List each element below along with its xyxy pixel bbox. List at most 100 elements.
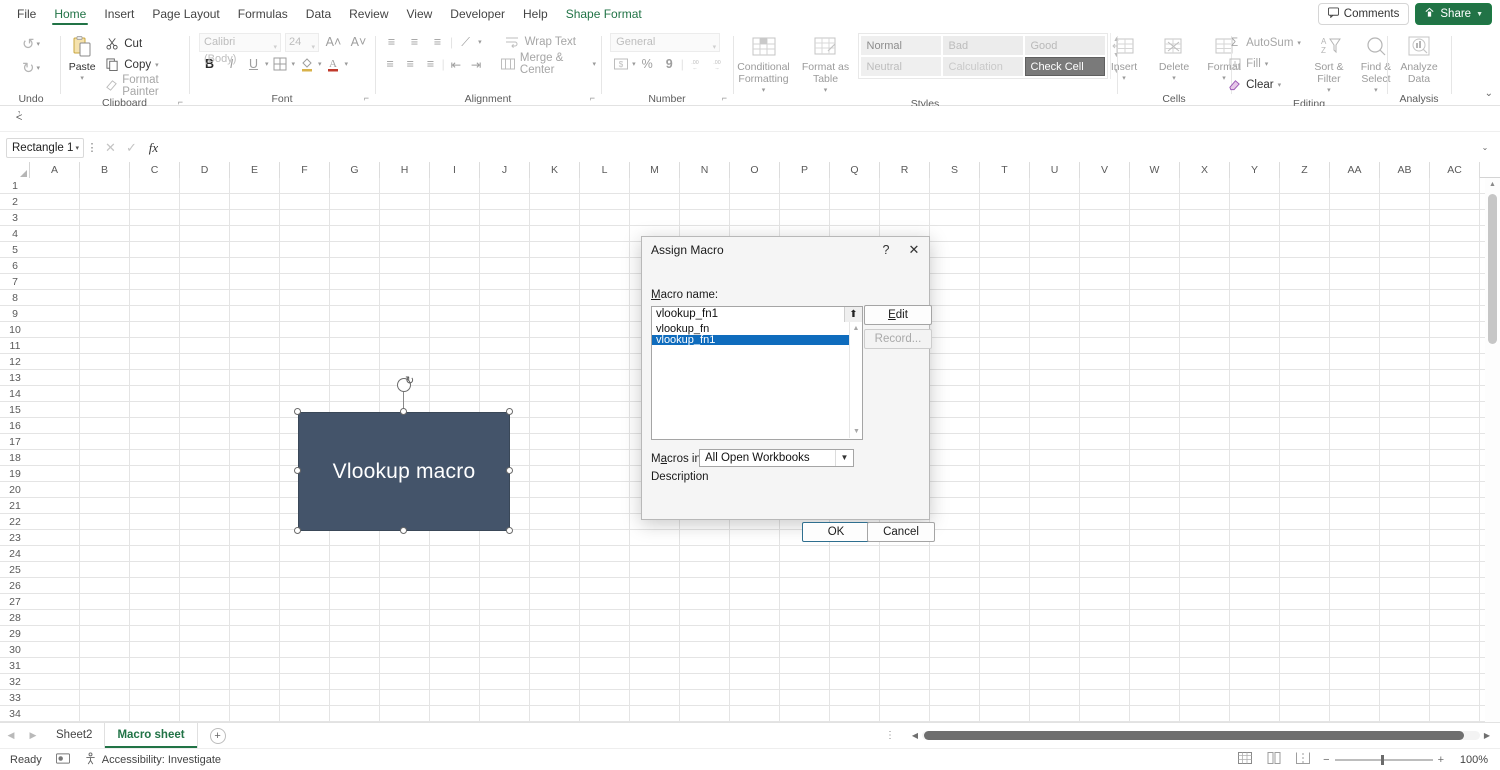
row-header-13[interactable]: 13 <box>0 370 30 386</box>
chevron-down-icon[interactable]: ▼ <box>835 450 853 466</box>
cell-style-good[interactable]: Good <box>1024 36 1105 55</box>
row-header-9[interactable]: 9 <box>0 306 30 322</box>
macro-list-scrollbar[interactable]: ▲ ▼ <box>849 322 862 438</box>
row-header-19[interactable]: 19 <box>0 466 30 482</box>
macro-name-input[interactable]: vlookup_fn1 <box>651 306 863 323</box>
column-header-F[interactable]: F <box>280 162 330 178</box>
font-dialog-launcher[interactable]: ⌐ <box>364 91 369 105</box>
list-scroll-up-icon[interactable]: ▲ <box>850 322 862 335</box>
insert-cells-button[interactable]: Insert ▾ <box>1100 31 1148 85</box>
merge-center-button[interactable]: Merge & Center ▾ <box>498 52 599 76</box>
add-sheet-button[interactable]: + <box>209 727 226 744</box>
ribbon-tab-data[interactable]: Data <box>297 1 340 27</box>
increase-indent-button[interactable]: ⇥ <box>467 54 485 74</box>
ribbon-tab-file[interactable]: File <box>8 1 45 27</box>
column-header-Q[interactable]: Q <box>830 162 880 178</box>
column-header-N[interactable]: N <box>680 162 730 178</box>
column-header-J[interactable]: J <box>480 162 530 178</box>
shape-handle-middle-right[interactable] <box>506 467 513 474</box>
column-header-AB[interactable]: AB <box>1380 162 1430 178</box>
ribbon-tab-help[interactable]: Help <box>514 1 557 27</box>
chevron-down-icon[interactable]: ▾ <box>478 38 482 46</box>
horizontal-scroll-thumb[interactable] <box>924 731 1464 740</box>
row-header-8[interactable]: 8 <box>0 290 30 306</box>
column-header-D[interactable]: D <box>180 162 230 178</box>
chevron-down-icon[interactable]: ▾ <box>593 60 597 68</box>
cell-style-check-cell[interactable]: Check Cell <box>1024 57 1105 76</box>
column-header-V[interactable]: V <box>1080 162 1130 178</box>
align-center-button[interactable]: ≡ <box>401 54 419 74</box>
underline-button[interactable]: U <box>243 54 264 74</box>
ribbon-tab-formulas[interactable]: Formulas <box>229 1 297 27</box>
row-header-14[interactable]: 14 <box>0 386 30 402</box>
comma-style-button[interactable]: 9 <box>659 54 680 74</box>
macro-list[interactable]: vlookup_fn vlookup_fn1 ▲ ▼ <box>651 322 863 440</box>
column-header-S[interactable]: S <box>930 162 980 178</box>
column-header-B[interactable]: B <box>80 162 130 178</box>
shape-handle-top-right[interactable] <box>506 408 513 415</box>
row-header-17[interactable]: 17 <box>0 434 30 450</box>
record-button[interactable]: Record... <box>864 329 932 349</box>
ribbon-tab-shape-format[interactable]: Shape Format <box>557 1 651 27</box>
fill-color-button[interactable] <box>296 54 317 74</box>
hscroll-right-icon[interactable]: ▶ <box>1480 731 1494 740</box>
chevron-down-icon[interactable]: ▾ <box>1278 81 1282 89</box>
align-bottom-button[interactable]: ≡ <box>427 32 448 52</box>
chevron-down-icon[interactable]: ▾ <box>345 60 349 68</box>
list-scroll-down-icon[interactable]: ▼ <box>850 425 862 438</box>
select-all-corner[interactable] <box>0 162 30 178</box>
row-header-26[interactable]: 26 <box>0 578 30 594</box>
paste-button[interactable]: Paste ▾ <box>62 31 102 85</box>
sheet-tab-macro-sheet[interactable]: Macro sheet <box>104 723 198 748</box>
row-header-21[interactable]: 21 <box>0 498 30 514</box>
column-header-P[interactable]: P <box>780 162 830 178</box>
row-header-4[interactable]: 4 <box>0 226 30 242</box>
insert-function-icon[interactable]: fx <box>142 140 165 156</box>
vertical-scroll-thumb[interactable] <box>1488 194 1497 344</box>
sort-filter-button[interactable]: AZ Sort & Filter ▾ <box>1307 31 1351 97</box>
column-header-K[interactable]: K <box>530 162 580 178</box>
zoom-slider[interactable]: − + <box>1323 754 1444 766</box>
macro-list-item[interactable]: vlookup_fn <box>652 324 862 335</box>
number-format-select[interactable]: General ▾ <box>610 32 721 52</box>
shape-rectangle-1[interactable]: Vlookup macro <box>298 412 510 531</box>
shape-handle-bottom-left[interactable] <box>294 527 301 534</box>
align-top-button[interactable]: ≡ <box>381 32 402 52</box>
ribbon-tab-developer[interactable]: Developer <box>441 1 514 27</box>
column-header-A[interactable]: A <box>30 162 80 178</box>
shape-handle-bottom-right[interactable] <box>506 527 513 534</box>
column-header-T[interactable]: T <box>980 162 1030 178</box>
column-header-W[interactable]: W <box>1130 162 1180 178</box>
decrease-decimal-button[interactable]: .00 → <box>707 54 728 74</box>
align-left-button[interactable]: ≡ <box>381 54 399 74</box>
cell-style-normal[interactable]: Normal <box>860 36 941 55</box>
qat-customize-button[interactable]: ⩻ <box>16 111 22 124</box>
ribbon-tab-review[interactable]: Review <box>340 1 397 27</box>
ok-button[interactable]: OK <box>802 522 870 542</box>
row-header-11[interactable]: 11 <box>0 338 30 354</box>
delete-cells-button[interactable]: Delete ▾ <box>1150 31 1198 85</box>
copy-button[interactable]: Copy ▾ <box>102 54 187 75</box>
column-header-X[interactable]: X <box>1180 162 1230 178</box>
column-header-L[interactable]: L <box>580 162 630 178</box>
cancel-entry-icon[interactable]: ✕ <box>100 140 121 156</box>
row-header-27[interactable]: 27 <box>0 594 30 610</box>
chevron-down-icon[interactable]: ▾ <box>265 60 269 68</box>
row-header-20[interactable]: 20 <box>0 482 30 498</box>
chevron-down-icon[interactable]: ▾ <box>1265 60 1269 68</box>
macros-in-select[interactable]: All Open Workbooks <box>699 449 854 467</box>
row-header-7[interactable]: 7 <box>0 274 30 290</box>
cancel-button[interactable]: Cancel <box>867 522 935 542</box>
row-header-2[interactable]: 2 <box>0 194 30 210</box>
macro-list-item-selected[interactable]: vlookup_fn1 <box>652 334 862 345</box>
ribbon-tab-view[interactable]: View <box>398 1 442 27</box>
borders-button[interactable] <box>270 54 291 74</box>
view-page-layout-icon[interactable] <box>1265 752 1282 767</box>
font-color-button[interactable]: A <box>323 54 344 74</box>
accessibility-status[interactable]: Accessibility: Investigate <box>84 751 221 768</box>
column-header-U[interactable]: U <box>1030 162 1080 178</box>
wrap-text-button[interactable]: Wrap Text <box>502 32 579 53</box>
row-header-5[interactable]: 5 <box>0 242 30 258</box>
cut-button[interactable]: Cut <box>102 33 187 54</box>
column-header-R[interactable]: R <box>880 162 930 178</box>
